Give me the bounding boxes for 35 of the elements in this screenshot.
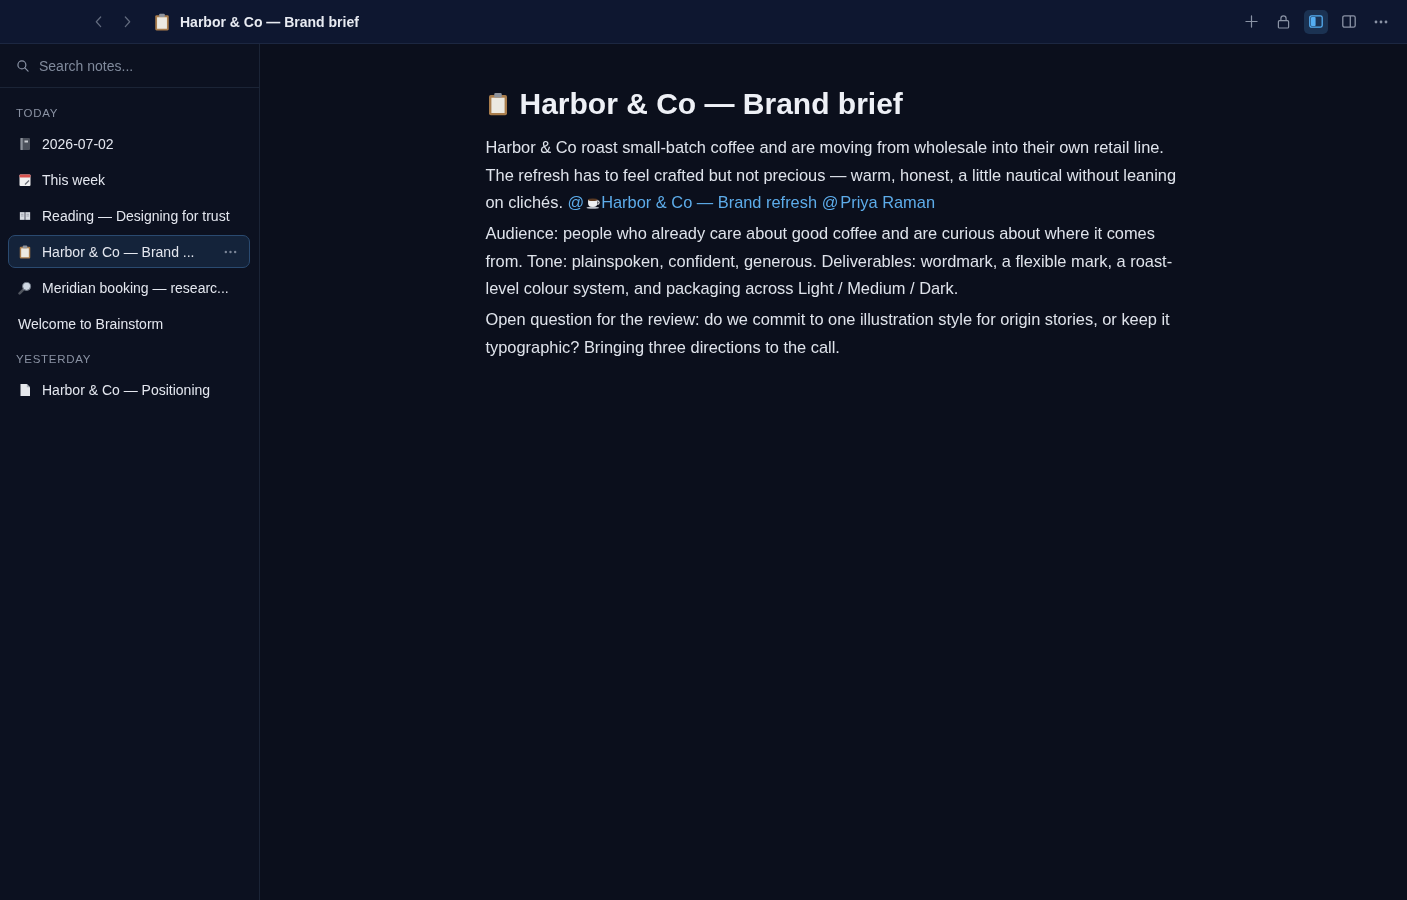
search-icon (17, 59, 29, 72)
lock-icon (1277, 14, 1290, 29)
paragraph: Audience: people who already care about good coffee and are curious about where it comes from. Tone: plainspoken, confident, generous. Deliverables: wordmark, a flexible mark, a roast-level colour system, and packaging across Light / Medium / Dark. (485, 223, 1174, 299)
section-heading: YESTERDAY (16, 352, 92, 367)
note-list-item[interactable]: This week (8, 163, 250, 196)
chevron-right-icon (123, 15, 131, 28)
section-heading: TODAY (16, 106, 59, 121)
document-icon (18, 382, 32, 397)
note-list-item[interactable]: Harbor & Co — Brand ... (8, 235, 250, 268)
note-list-item[interactable]: Harbor & Co — Positioning (8, 373, 250, 406)
notebook-icon (18, 136, 32, 151)
note-list-item[interactable]: Meridian booking — researc... (8, 271, 250, 304)
clipboard-icon (153, 12, 171, 31)
paragraph: Open question for the review: do we commit to one illustration style for origin stories, or keep it typographic? Bringing three directions to the call. (485, 309, 1171, 358)
person-mention-link[interactable]: @Priya Raman (821, 193, 935, 211)
coffee-cup-icon (586, 195, 601, 209)
document-title: Harbor & Co — Brand brief (180, 13, 359, 30)
plus-icon (1244, 15, 1258, 28)
more-icon (1374, 19, 1388, 24)
split-panel-icon (1341, 15, 1356, 28)
left-panel-toggle[interactable] (1304, 9, 1328, 34)
note-list-item[interactable]: Welcome to Brainstorm (8, 307, 250, 340)
page-mention-link[interactable]: @ Harbor & Co — Brand refresh (567, 193, 818, 211)
search-field[interactable]: Search notes... (39, 55, 242, 76)
clipboard-icon (18, 244, 32, 259)
note-title: Harbor & Co — Brand brief (519, 86, 903, 122)
magnifier-icon (18, 280, 32, 295)
chevron-left-icon (94, 15, 102, 28)
left-panel-icon (1309, 15, 1323, 28)
calendar-icon (18, 172, 32, 187)
open-book-icon (18, 209, 32, 222)
more-icon[interactable] (224, 249, 237, 254)
paragraph: Harbor & Co roast small-batch coffee and are moving from wholesale into their own retail line. The refresh has to feel crafted but not precious — warm, honest, a little nautical without leaning on clichés. @ Harbor & Co — Brand refresh @Priya Raman (485, 137, 1178, 213)
note-list-item[interactable]: Reading — Designing for trust (8, 199, 250, 232)
note-list-item[interactable]: 2026-07-02 (8, 127, 250, 160)
